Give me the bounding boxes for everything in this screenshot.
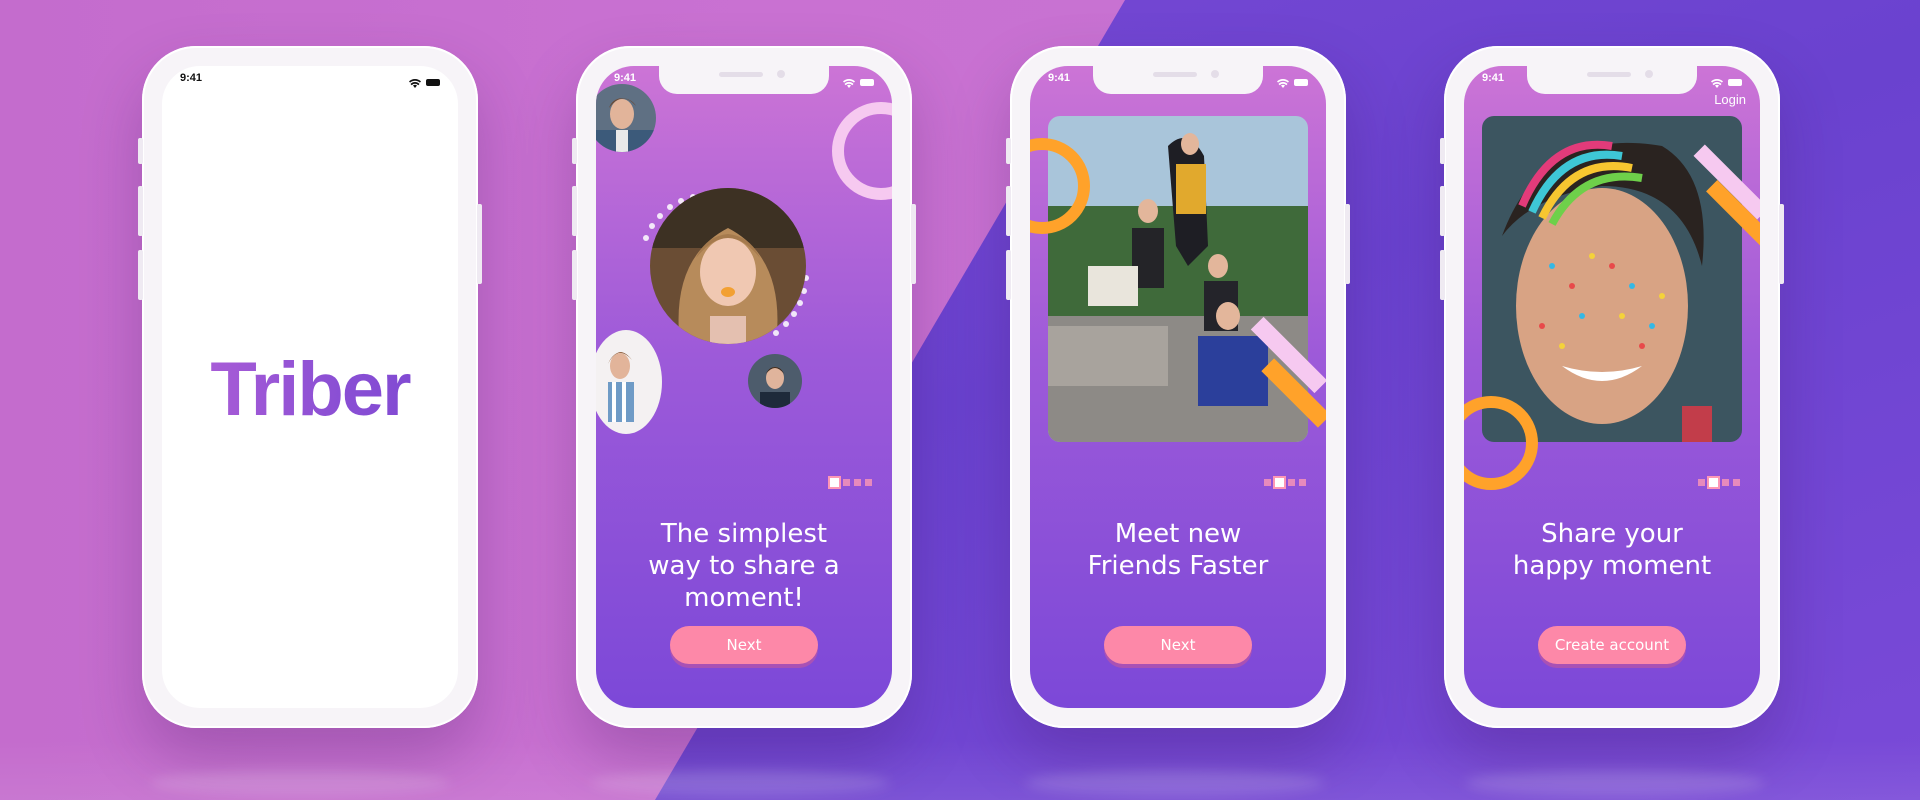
wifi-icon (843, 73, 855, 92)
phone-reflection (590, 770, 890, 796)
phone-reflection (1465, 770, 1765, 796)
caption-line: way to share a (648, 551, 840, 581)
front-camera (777, 70, 785, 78)
next-button[interactable]: Next (670, 626, 818, 664)
pagination-dots (1698, 476, 1740, 489)
wifi-icon (409, 73, 421, 92)
status-time: 9:41 (1482, 72, 1505, 84)
profile-photo-young-man (596, 84, 656, 152)
speaker (1153, 72, 1197, 77)
app-logo: Triber (162, 346, 458, 433)
profile-photo-woman-main (650, 188, 806, 344)
status-time: 9:41 (614, 72, 637, 84)
mute-switch (138, 138, 143, 164)
onboarding-screen-3: 9:41 Login Share your happy moment Creat… (1464, 66, 1760, 708)
caption-line: The simplest (660, 519, 828, 549)
status-icons (843, 73, 874, 92)
splash-screen: 9:41 Triber (162, 66, 458, 708)
pagination-dots (828, 476, 872, 489)
battery-icon (1294, 79, 1308, 86)
status-time: 9:41 (1048, 72, 1071, 84)
volume-up-button (138, 186, 143, 236)
power-button (1779, 204, 1784, 284)
create-account-button[interactable]: Create account (1538, 626, 1686, 664)
volume-down-button (1006, 250, 1011, 300)
pagination-dot (843, 479, 850, 486)
volume-down-button (138, 250, 143, 300)
pagination-dot (1698, 479, 1705, 486)
pagination-dot (1264, 479, 1271, 486)
login-link[interactable]: Login (1714, 92, 1746, 107)
decorative-ring (832, 102, 892, 200)
caption-line: Friends Faster (1087, 551, 1269, 581)
volume-up-button (1440, 186, 1445, 236)
phone-reflection (150, 770, 450, 796)
pagination-dot (1299, 479, 1306, 486)
mute-switch (1440, 138, 1445, 164)
profile-photo-man-small (748, 354, 802, 408)
front-camera (1211, 70, 1219, 78)
onboarding-caption: Meet new Friends Faster (1030, 518, 1326, 582)
onboarding-caption: The simplest way to share a moment! (596, 518, 892, 614)
status-icons (1711, 73, 1742, 92)
power-button (1345, 204, 1350, 284)
power-button (477, 204, 482, 284)
status-icons (409, 73, 440, 92)
pagination-dot (854, 479, 861, 486)
pagination-dot (1288, 479, 1295, 486)
speaker (1587, 72, 1631, 77)
next-button[interactable]: Next (1104, 626, 1252, 664)
front-camera (1645, 70, 1653, 78)
speaker (719, 72, 763, 77)
phone-reflection (1025, 770, 1325, 796)
volume-down-button (1440, 250, 1445, 300)
battery-icon (860, 79, 874, 86)
caption-line: moment! (684, 583, 804, 613)
pagination-dot (865, 479, 872, 486)
pagination-dot (1707, 476, 1720, 489)
pagination-dot (1722, 479, 1729, 486)
pagination-dots (1264, 476, 1306, 489)
group-friends-photo (1048, 116, 1308, 442)
pagination-dot (828, 476, 841, 489)
wifi-icon (1277, 73, 1289, 92)
power-button (911, 204, 916, 284)
status-time: 9:41 (180, 72, 203, 84)
notch (1527, 66, 1697, 94)
status-icons (1277, 73, 1308, 92)
profile-photo-woman-side (596, 330, 662, 434)
caption-line: happy moment (1512, 551, 1712, 581)
phone-onboarding-1: 9:41 The simplest way to share a moment!… (572, 46, 916, 728)
pagination-dot (1273, 476, 1286, 489)
caption-line: Share your (1541, 519, 1683, 549)
volume-down-button (572, 250, 577, 300)
battery-icon (426, 79, 440, 86)
battery-icon (1728, 79, 1742, 86)
onboarding-caption: Share your happy moment (1464, 518, 1760, 582)
notch (659, 66, 829, 94)
wifi-icon (1711, 73, 1723, 92)
phone-onboarding-3: 9:41 Login Share your happy moment Creat… (1440, 46, 1784, 728)
onboarding-screen-2: 9:41 Meet new Friends Faster Next (1030, 66, 1326, 708)
volume-up-button (1006, 186, 1011, 236)
phone-onboarding-2: 9:41 Meet new Friends Faster Next (1006, 46, 1350, 728)
pagination-dot (1733, 479, 1740, 486)
notch (1093, 66, 1263, 94)
phone-splash: 9:41 Triber (138, 46, 482, 728)
volume-up-button (572, 186, 577, 236)
caption-line: Meet new (1114, 519, 1242, 549)
onboarding-screen-1: 9:41 The simplest way to share a moment!… (596, 66, 892, 708)
mute-switch (1006, 138, 1011, 164)
mute-switch (572, 138, 577, 164)
